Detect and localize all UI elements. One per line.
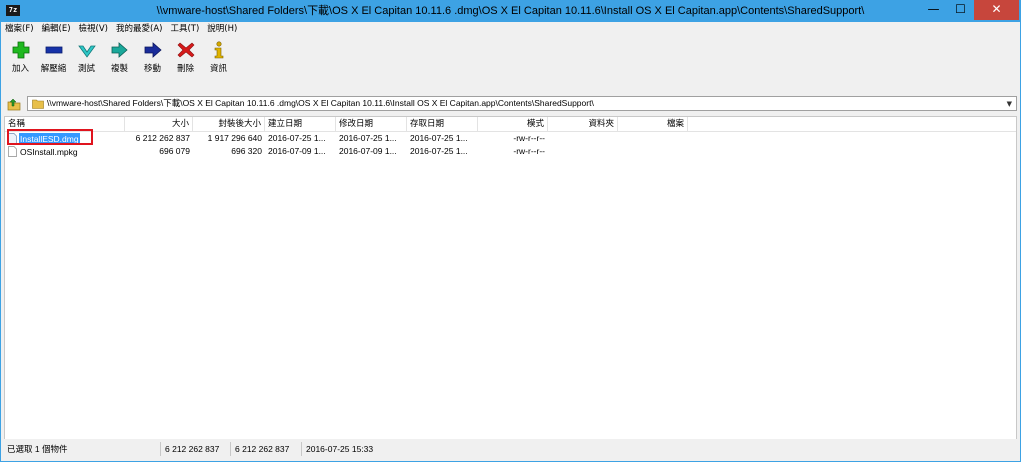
app-window: 7z \\vmware-host\Shared Folders\下載\OS X … — [0, 0, 1021, 462]
folder-up-icon[interactable] — [7, 97, 21, 111]
menu-view[interactable]: 檢視(V) — [75, 22, 112, 36]
menu-help[interactable]: 說明(H) — [203, 22, 241, 36]
info-icon — [214, 41, 223, 59]
copy-button[interactable]: 複製 — [104, 38, 135, 74]
folder-icon — [32, 99, 44, 109]
add-label: 加入 — [11, 64, 29, 74]
file-name: OSInstall.mpkg — [20, 146, 78, 157]
column-created[interactable]: 建立日期 — [265, 117, 336, 131]
path-input[interactable]: \\vmware-host\Shared Folders\下載\OS X El … — [27, 96, 1017, 111]
delete-x-icon — [177, 42, 194, 58]
test-button[interactable]: 測試 — [71, 38, 102, 74]
status-size: 6 212 262 837 — [160, 442, 230, 456]
title-bar[interactable]: 7z \\vmware-host\Shared Folders\下載\OS X … — [0, 0, 1021, 22]
status-date: 2016-07-25 15:33 — [301, 442, 501, 456]
status-packed-size: 6 212 262 837 — [230, 442, 301, 456]
file-packed-size: 1 917 296 640 — [207, 133, 262, 143]
column-files[interactable]: 檔案 — [618, 117, 688, 131]
table-row[interactable]: InstallESD.dmg 6 212 262 837 1 917 296 6… — [5, 132, 1016, 145]
column-size[interactable]: 大小 — [125, 117, 193, 131]
move-button[interactable]: 移動 — [137, 38, 168, 74]
toolbar: 加入 解壓縮 測試 複製 移動 刪除 資訊 — [1, 38, 1020, 92]
column-mode[interactable]: 模式 — [478, 117, 548, 131]
file-created: 2016-07-09 1... — [268, 146, 326, 156]
file-created: 2016-07-25 1... — [268, 133, 326, 143]
file-modified: 2016-07-25 1... — [339, 133, 397, 143]
table-row[interactable]: OSInstall.mpkg 696 079 696 320 2016-07-0… — [5, 145, 1016, 158]
copy-label: 複製 — [110, 64, 128, 74]
file-mode: -rw-r--r-- — [513, 146, 545, 156]
arrow-right-icon — [144, 42, 162, 58]
window-title: \\vmware-host\Shared Folders\下載\OS X El … — [156, 5, 865, 17]
minus-icon — [45, 46, 62, 54]
info-label: 資訊 — [209, 64, 227, 74]
file-size: 6 212 262 837 — [135, 133, 190, 143]
column-modified[interactable]: 修改日期 — [336, 117, 407, 131]
maximize-button[interactable]: ☐ — [947, 0, 974, 20]
file-accessed: 2016-07-25 1... — [410, 146, 468, 156]
column-packed-size[interactable]: 封裝後大小 — [193, 117, 265, 131]
column-folders[interactable]: 資料夾 — [548, 117, 618, 131]
column-accessed[interactable]: 存取日期 — [407, 117, 478, 131]
plus-icon — [12, 41, 29, 59]
menu-edit[interactable]: 編輯(E) — [38, 22, 75, 36]
file-list[interactable]: 名稱 大小 封裝後大小 建立日期 修改日期 存取日期 模式 資料夾 檔案 Ins… — [4, 116, 1017, 446]
delete-button[interactable]: 刪除 — [170, 38, 201, 74]
menu-favorites[interactable]: 我的最愛(A) — [112, 22, 166, 36]
close-button[interactable]: ✕ — [974, 0, 1019, 20]
column-header: 名稱 大小 封裝後大小 建立日期 修改日期 存取日期 模式 資料夾 檔案 — [5, 117, 1016, 132]
file-mode: -rw-r--r-- — [513, 133, 545, 143]
delete-label: 刪除 — [176, 64, 194, 74]
chevron-down-icon[interactable]: ▼ — [1007, 98, 1012, 110]
menu-tools[interactable]: 工具(T) — [166, 22, 203, 36]
highlight-annotation — [7, 129, 93, 145]
move-label: 移動 — [143, 64, 161, 74]
extract-button[interactable]: 解壓縮 — [38, 38, 69, 74]
menu-file[interactable]: 檔案(F) — [1, 22, 38, 36]
file-modified: 2016-07-09 1... — [339, 146, 397, 156]
test-label: 測試 — [77, 64, 95, 74]
status-selection: 已選取 1 個物件 — [7, 444, 68, 454]
info-button[interactable]: 資訊 — [203, 38, 234, 74]
check-icon — [77, 45, 96, 58]
file-name-cell[interactable]: OSInstall.mpkg — [5, 145, 125, 158]
add-button[interactable]: 加入 — [5, 38, 36, 74]
extract-label: 解壓縮 — [40, 64, 67, 74]
status-bar: 已選取 1 個物件 6 212 262 837 6 212 262 837 20… — [1, 439, 1020, 459]
menu-bar: 檔案(F) 編輯(E) 檢視(V) 我的最愛(A) 工具(T) 說明(H) — [1, 22, 1020, 36]
path-text: \\vmware-host\Shared Folders\下載\OS X El … — [47, 98, 594, 108]
file-accessed: 2016-07-25 1... — [410, 133, 468, 143]
file-packed-size: 696 320 — [231, 146, 262, 156]
double-arrow-icon — [111, 42, 128, 58]
file-icon — [8, 146, 17, 157]
minimize-button[interactable]: — — [920, 0, 947, 20]
client-area: 檔案(F) 編輯(E) 檢視(V) 我的最愛(A) 工具(T) 說明(H) 加入… — [1, 22, 1020, 461]
file-size: 696 079 — [159, 146, 190, 156]
address-bar: \\vmware-host\Shared Folders\下載\OS X El … — [1, 95, 1020, 113]
